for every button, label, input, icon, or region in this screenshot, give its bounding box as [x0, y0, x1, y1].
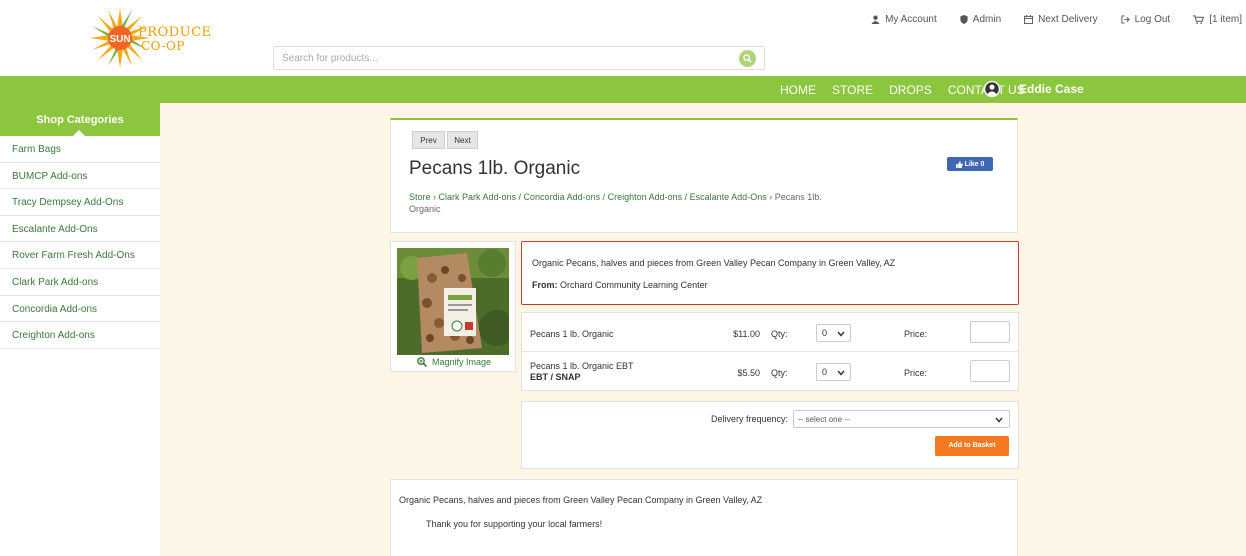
delivery-frequency-select[interactable]: -- select one -- — [793, 410, 1010, 428]
next-button[interactable]: Next — [447, 131, 478, 149]
sidebar-item-farm-bags[interactable]: Farm Bags — [0, 136, 160, 163]
account-links: My Account Admin Next Delivery Log Out [… — [848, 12, 1242, 26]
next-delivery-label: Next Delivery — [1038, 13, 1098, 25]
magnify-image-label: Magnify Image — [432, 357, 492, 367]
chevron-down-icon — [837, 331, 845, 337]
from-label: From: — [532, 280, 558, 290]
product-title: Pecans 1lb. Organic — [409, 158, 581, 179]
admin-link[interactable]: Admin — [960, 12, 1001, 26]
pecan-bag-photo — [397, 248, 509, 355]
product-source: From: Orchard Community Learning Center — [532, 280, 708, 290]
zoom-in-icon — [417, 357, 427, 367]
pricing-card: Pecans 1 lb. Organic $11.00 Qty: 0 Price… — [521, 312, 1019, 391]
price-row-qty-label: Qty: — [771, 368, 788, 378]
price-row-badge: EBT / SNAP — [530, 372, 581, 382]
nav-home[interactable]: HOME — [780, 83, 816, 97]
logo-text-produce: PRODUCE — [138, 25, 212, 40]
sidebar-item-rover-farm-fresh-add-ons[interactable]: Rover Farm Fresh Add-Ons — [0, 242, 160, 269]
delivery-frequency-value: -- select one -- — [798, 415, 850, 424]
main-nav-bar: HOME STORE DROPS CONTACT US Eddie Case — [0, 76, 1246, 103]
delivery-frequency-label: Delivery frequency: — [711, 414, 789, 424]
breadcrumb-store-link[interactable]: Store — [409, 192, 431, 202]
sidebar-item-tracy-dempsey-add-ons[interactable]: Tracy Dempsey Add-Ons — [0, 189, 160, 216]
user-avatar-icon — [983, 80, 1001, 98]
product-description-card: Organic Pecans, halves and pieces from G… — [521, 241, 1019, 305]
sidebar-item-creighton-add-ons[interactable]: Creighton Add-ons — [0, 322, 160, 349]
search-icon — [743, 54, 752, 63]
user-name: Eddie Case — [1019, 82, 1084, 96]
my-account-label: My Account — [885, 13, 937, 25]
log-out-label: Log Out — [1134, 13, 1171, 25]
product-image-card: Magnify Image — [390, 241, 516, 372]
price-row-unit-price: $11.00 — [733, 329, 760, 339]
next-delivery-link[interactable]: Next Delivery — [1024, 12, 1098, 26]
prev-button[interactable]: Prev — [412, 131, 445, 149]
price-row-name: Pecans 1 lb. Organic — [530, 329, 614, 339]
price-row-price-label: Price: — [904, 368, 928, 378]
thank-you-text: Thank you for supporting your local farm… — [426, 519, 603, 529]
breadcrumb-separator: › — [766, 192, 775, 202]
search-button[interactable] — [739, 50, 756, 67]
search-input[interactable] — [282, 51, 722, 66]
price-row: Pecans 1 lb. Organic EBT EBT / SNAP $5.5… — [522, 352, 1018, 391]
nav-store[interactable]: STORE — [832, 83, 873, 97]
user-icon — [871, 15, 880, 24]
sidebar-item-bumcp-add-ons[interactable]: BUMCP Add-ons — [0, 163, 160, 190]
quantity-value: 0 — [822, 367, 828, 377]
nav-drops[interactable]: DROPS — [889, 83, 932, 97]
price-row-price-label: Price: — [904, 329, 928, 339]
product-image[interactable] — [397, 248, 509, 355]
svg-text:SUN: SUN — [109, 34, 130, 45]
quantity-select[interactable]: 0 — [816, 324, 851, 342]
price-row-name-wrap: Pecans 1 lb. Organic EBT EBT / SNAP — [530, 361, 634, 382]
from-value: Orchard Community Learning Center — [560, 280, 708, 290]
quantity-select[interactable]: 0 — [816, 363, 851, 381]
delivery-card: Delivery frequency: -- select one -- Add… — [521, 401, 1019, 469]
log-out-link[interactable]: Log Out — [1121, 12, 1171, 26]
product-description: Organic Pecans, halves and pieces from G… — [532, 258, 896, 268]
cart-link[interactable]: [1 item] — [1193, 12, 1242, 26]
sidebar-heading-notch — [73, 130, 85, 136]
top-header: SUN PRODUCE CO-OP My Account Admin Next … — [0, 0, 1246, 76]
chevron-down-icon — [837, 370, 845, 376]
my-account-link[interactable]: My Account — [871, 12, 937, 26]
price-row-unit-price: $5.50 — [737, 368, 760, 378]
chevron-down-icon — [995, 417, 1003, 423]
magnify-image-link[interactable]: Magnify Image — [417, 357, 491, 367]
product-header-card: Prev Next Pecans 1lb. Organic Like 0 Sto… — [390, 118, 1018, 233]
quantity-value: 0 — [822, 328, 828, 338]
like-count-label: Like 0 — [964, 160, 985, 168]
sidebar-item-escalante-add-ons[interactable]: Escalante Add-Ons — [0, 216, 160, 243]
add-to-basket-button[interactable]: Add to Basket — [935, 436, 1009, 456]
price-total-field[interactable] — [970, 360, 1010, 382]
site-logo[interactable]: SUN PRODUCE CO-OP — [88, 6, 218, 68]
logo-text-coop: CO-OP — [141, 39, 185, 53]
long-description-card: Organic Pecans, halves and pieces from G… — [390, 479, 1018, 556]
cart-icon — [1193, 14, 1205, 24]
sidebar-heading: Shop Categories — [0, 103, 160, 136]
sidebar-item-concordia-add-ons[interactable]: Concordia Add-ons — [0, 296, 160, 323]
user-menu[interactable]: Eddie Case — [983, 80, 1084, 98]
long-description-text: Organic Pecans, halves and pieces from G… — [399, 495, 763, 505]
price-row: Pecans 1 lb. Organic $11.00 Qty: 0 Price… — [522, 313, 1018, 352]
admin-label: Admin — [972, 13, 1002, 25]
price-row-qty-label: Qty: — [771, 329, 788, 339]
price-total-field[interactable] — [970, 321, 1010, 343]
sidebar-heading-text: Shop Categories — [36, 114, 124, 126]
search-box — [273, 46, 765, 70]
sidebar-item-clark-park-add-ons[interactable]: Clark Park Add-ons — [0, 269, 160, 296]
breadcrumb: Store › Clark Park Add-ons / Concordia A… — [409, 191, 849, 215]
category-sidebar: Shop Categories Farm Bags BUMCP Add-ons … — [0, 103, 160, 556]
facebook-like-button[interactable]: Like 0 — [947, 157, 993, 171]
thumbs-up-icon — [955, 160, 963, 168]
price-row-name: Pecans 1 lb. Organic EBT — [530, 361, 634, 371]
shield-icon — [960, 14, 968, 24]
cart-count-label: [1 item] — [1209, 13, 1242, 25]
breadcrumb-category-link[interactable]: Clark Park Add-ons / Concordia Add-ons /… — [439, 192, 767, 202]
calendar-icon — [1024, 14, 1034, 24]
breadcrumb-separator: › — [430, 192, 439, 202]
logout-icon — [1121, 14, 1130, 24]
